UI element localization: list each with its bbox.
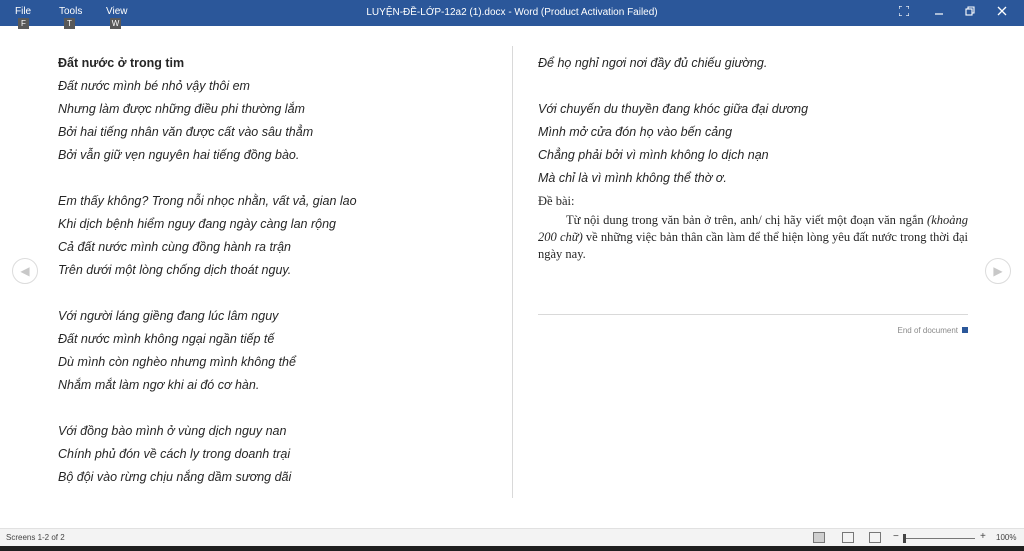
page-divider <box>512 46 513 498</box>
poem-line: Đất nước mình bé nhỏ vậy thôi em <box>58 79 250 93</box>
poem-line: Bộ đội vào rừng chịu nắng dầm sương dãi <box>58 470 292 484</box>
poem-line: Nhưng làm được những điều phi thường lắm <box>58 102 305 116</box>
task-prompt-text-end: về những việc bản thân cần làm để thể hi… <box>538 230 968 261</box>
fullscreen-icon[interactable] <box>894 4 914 22</box>
taskbar <box>0 546 1024 551</box>
zoom-slider[interactable] <box>905 538 975 539</box>
read-mode-icon[interactable] <box>813 532 825 543</box>
keytip-file: F <box>18 18 29 29</box>
poem-line: Mình mở cửa đón họ vào bến cảng <box>538 125 733 139</box>
poem-line: Nhắm mắt làm ngơ khi ai đó cơ hàn. <box>58 378 260 392</box>
poem-line: Trên dưới một lòng chống dịch thoát nguy… <box>58 263 292 277</box>
zoom-out-button[interactable]: − <box>893 531 899 542</box>
title-bar: File F Tools T View W LUYỆN-ĐỀ-LỚP-12a2 … <box>0 0 1024 29</box>
task-prompt: Từ nội dung trong văn bản ở trên, anh/ c… <box>538 212 968 263</box>
minimize-icon[interactable] <box>929 4 949 22</box>
poem-line: Đất nước mình không ngại ngần tiếp tế <box>58 332 275 346</box>
chevron-right-icon: ▶ <box>993 264 1003 278</box>
status-bar: Screens 1-2 of 2 − + 100% <box>0 528 1024 546</box>
task-label: Đề bài: <box>538 194 575 208</box>
poem-line: Với chuyến du thuyền đang khóc giữa đại … <box>538 102 809 116</box>
poem-line: Dù mình còn nghèo nhưng mình không thể <box>58 355 296 369</box>
next-page-button[interactable]: ▶ <box>985 258 1011 284</box>
print-layout-icon[interactable] <box>842 532 854 543</box>
keytip-view: W <box>110 18 121 29</box>
previous-page-button[interactable]: ◀ <box>12 258 38 284</box>
end-divider <box>538 314 968 315</box>
zoom-level[interactable]: 100% <box>996 533 1016 542</box>
task-prompt-text: Từ nội dung trong văn bản ở trên, anh/ c… <box>566 213 928 227</box>
poem-line: Chính phủ đón về cách ly trong doanh trạ… <box>58 447 291 461</box>
poem-line: Bởi vẫn giữ vẹn nguyên hai tiếng đồng bà… <box>58 148 300 162</box>
zoom-slider-thumb[interactable] <box>903 534 906 543</box>
poem-title: Đất nước ở trong tim <box>58 56 185 70</box>
poem-line: Em thấy không? Trong nỗi nhọc nhằn, vất … <box>58 194 357 208</box>
window-title: LUYỆN-ĐỀ-LỚP-12a2 (1).docx - Word (Produ… <box>366 7 658 18</box>
right-page: Để họ nghỉ ngơi nơi đầy đủ chiếu giường.… <box>538 52 968 500</box>
poem-line: Khi dịch bệnh hiểm nguy đang ngày càng l… <box>58 217 336 231</box>
keytip-tools: T <box>64 18 75 29</box>
close-icon[interactable] <box>992 4 1012 22</box>
poem-line: Chẳng phải bởi vì mình không lo dịch nạn <box>538 148 769 162</box>
screen-count: Screens 1-2 of 2 <box>6 533 65 542</box>
end-of-document-label: End of document <box>897 326 958 335</box>
poem-line: Để họ nghỉ ngơi nơi đầy đủ chiếu giường. <box>538 56 768 70</box>
poem-line: Cả đất nước mình cùng đồng hành ra trận <box>58 240 291 254</box>
zoom-in-button[interactable]: + <box>980 531 986 542</box>
left-page: Đất nước ở trong tim Đất nước mình bé nh… <box>58 52 508 500</box>
chevron-left-icon: ◀ <box>20 264 30 278</box>
poem-line: Bởi hai tiếng nhân văn được cất vào sâu … <box>58 125 314 139</box>
restore-icon[interactable] <box>960 4 980 22</box>
end-of-document-marker <box>962 327 968 333</box>
poem-line: Với người láng giềng đang lúc lâm nguy <box>58 309 279 323</box>
web-layout-icon[interactable] <box>869 532 881 543</box>
poem-line: Với đồng bào mình ở vùng dịch nguy nan <box>58 424 287 438</box>
poem-line: Mà chỉ là vì mình không thể thờ ơ. <box>538 171 727 185</box>
